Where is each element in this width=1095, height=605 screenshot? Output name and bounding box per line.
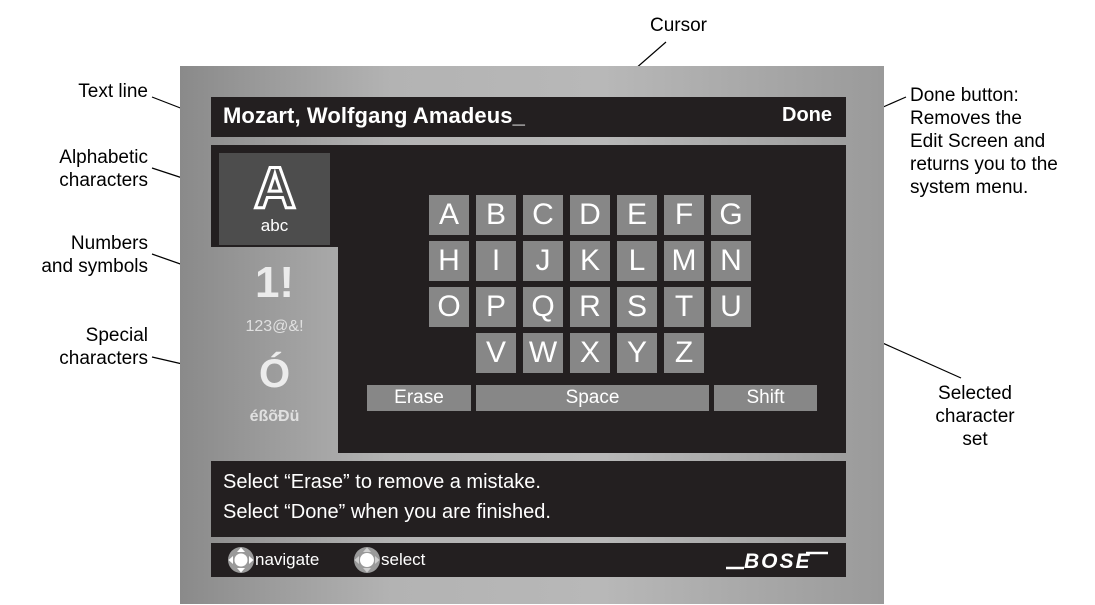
bose-logo: BOSE (726, 550, 828, 573)
message-box: Select “Erase” to remove a mistake. Sele… (211, 461, 846, 537)
shift-button[interactable]: Shift (714, 385, 817, 411)
erase-button[interactable]: Erase (367, 385, 471, 411)
key-j[interactable]: J (523, 241, 563, 281)
navigate-dpad-icon (228, 547, 254, 573)
tab-special-caption[interactable]: éßõÐü (211, 408, 338, 426)
key-m[interactable]: M (664, 241, 704, 281)
key-b[interactable]: B (476, 195, 516, 235)
callout-selected-set: Selected character set (935, 383, 1015, 450)
key-y[interactable]: Y (617, 333, 657, 373)
callout-text-line: Text line (78, 81, 148, 102)
key-a[interactable]: A (429, 195, 469, 235)
footer-navigate-label: navigate (255, 550, 320, 569)
footer-select-label: select (381, 550, 426, 569)
key-p[interactable]: P (476, 287, 516, 327)
key-u[interactable]: U (711, 287, 751, 327)
key-w[interactable]: W (523, 333, 563, 373)
key-h[interactable]: H (429, 241, 469, 281)
key-g[interactable]: G (711, 195, 751, 235)
key-n[interactable]: N (711, 241, 751, 281)
numbers-glyph-icon[interactable]: 1! (211, 258, 338, 308)
text-line-value: Mozart, Wolfgang Amadeus_ (223, 103, 525, 128)
message-line-1: Select “Erase” to remove a mistake. (223, 471, 541, 493)
key-x[interactable]: X (570, 333, 610, 373)
select-dpad-icon (354, 547, 380, 573)
key-r[interactable]: R (570, 287, 610, 327)
svg-text:BOSE: BOSE (744, 550, 812, 573)
key-f[interactable]: F (664, 195, 704, 235)
space-button[interactable]: Space (476, 385, 709, 411)
alphabetic-glyph-icon: A (253, 158, 298, 216)
key-v[interactable]: V (476, 333, 516, 373)
svg-text:A: A (254, 158, 296, 216)
callout-alphabetic: Alphabetic characters (59, 147, 148, 191)
key-z[interactable]: Z (664, 333, 704, 373)
key-q[interactable]: Q (523, 287, 563, 327)
callout-numbers: Numbers and symbols (41, 233, 148, 277)
text-line[interactable]: Mozart, Wolfgang Amadeus_ Done (211, 97, 846, 137)
key-t[interactable]: T (664, 287, 704, 327)
tab-numbers-caption[interactable]: 123@&! (211, 318, 338, 336)
key-c[interactable]: C (523, 195, 563, 235)
callout-cursor: Cursor (650, 15, 708, 36)
key-l[interactable]: L (617, 241, 657, 281)
callout-special: Special characters (59, 325, 148, 369)
message-line-2: Select “Done” when you are finished. (223, 501, 551, 523)
callout-done-button: Done button: Removes the Edit Screen and… (910, 85, 1058, 198)
key-o[interactable]: O (429, 287, 469, 327)
special-glyph-icon[interactable]: Ó (211, 352, 338, 397)
key-s[interactable]: S (617, 287, 657, 327)
done-button[interactable]: Done (782, 104, 832, 127)
key-d[interactable]: D (570, 195, 610, 235)
key-e[interactable]: E (617, 195, 657, 235)
key-i[interactable]: I (476, 241, 516, 281)
tab-alphabetic-caption: abc (260, 216, 289, 235)
key-k[interactable]: K (570, 241, 610, 281)
footer-bar: navigate select BOSE (211, 543, 846, 577)
